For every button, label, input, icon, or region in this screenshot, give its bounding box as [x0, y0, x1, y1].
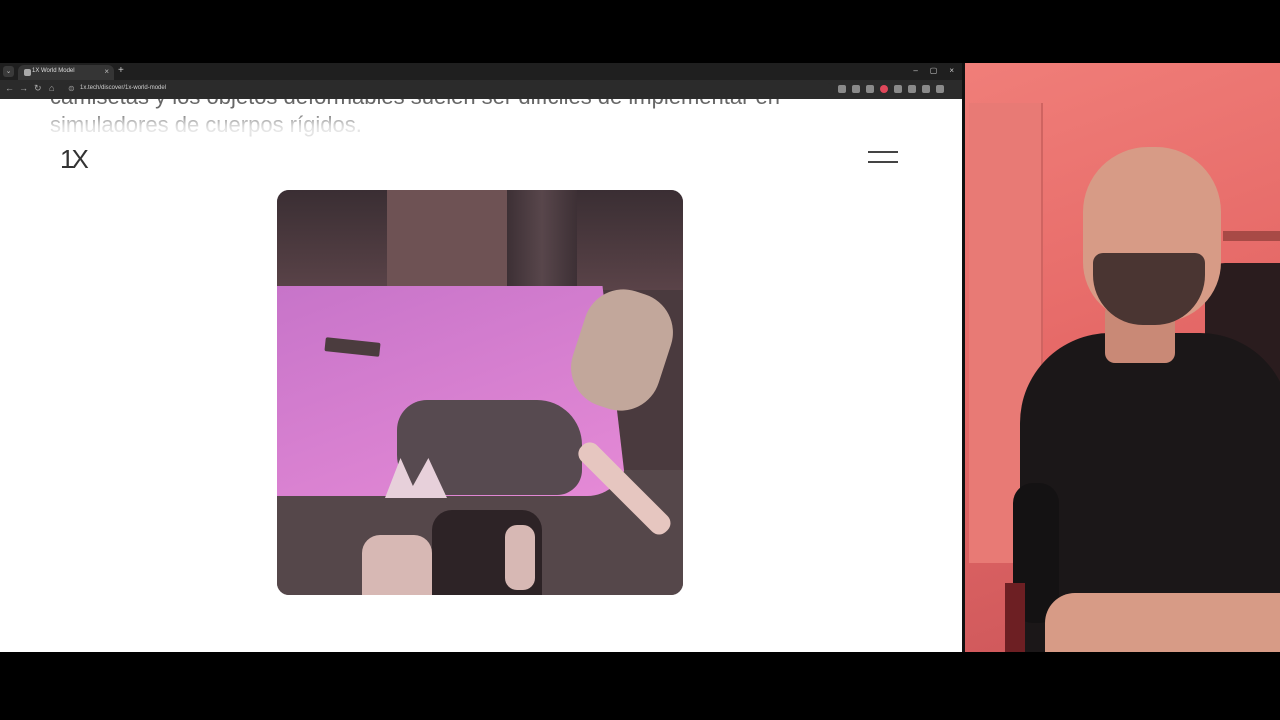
more-menu-icon[interactable]: [936, 85, 944, 93]
tab-close-icon[interactable]: ×: [104, 67, 109, 76]
header-fade: [40, 119, 380, 145]
tab-title: 1X World Model: [32, 68, 75, 74]
profile-icon[interactable]: [922, 85, 930, 93]
webcam-shelf: [1223, 231, 1280, 241]
site-info-icon[interactable]: ⊜: [68, 84, 75, 93]
back-icon[interactable]: ←: [5, 83, 14, 93]
hamburger-icon: [868, 151, 898, 153]
letterbox-bottom: [0, 652, 1280, 720]
extension-icons: [838, 85, 944, 93]
window-controls: – ▢ ×: [913, 66, 954, 75]
site-logo[interactable]: 1X: [60, 144, 89, 175]
browser-window: ⌄ 1X World Model × + – ▢ × ← → ↻ ⌂ ⊜ 1x.…: [0, 63, 962, 652]
maximize-button[interactable]: ▢: [930, 66, 938, 75]
menu-button[interactable]: [866, 147, 900, 167]
close-window-button[interactable]: ×: [949, 66, 954, 75]
extensions-menu-icon[interactable]: [908, 85, 916, 93]
robot-leg-right: [505, 525, 535, 590]
bookmark-icon[interactable]: [866, 85, 874, 93]
translate-icon[interactable]: [838, 85, 846, 93]
microphone-stand: [1005, 583, 1025, 652]
robot-leg-left: [362, 535, 432, 595]
record-icon[interactable]: [880, 85, 888, 93]
forward-icon[interactable]: →: [19, 83, 28, 93]
presenter-hand: [1045, 593, 1280, 652]
home-icon[interactable]: ⌂: [49, 83, 54, 93]
reload-icon[interactable]: ↻: [34, 83, 42, 94]
video-curtain: [507, 190, 577, 290]
address-bar[interactable]: ⊜ 1x.tech/discover/1x-world-model: [64, 83, 834, 96]
letterbox-top: [0, 0, 1280, 63]
new-tab-button[interactable]: +: [118, 65, 124, 76]
zoom-icon[interactable]: [852, 85, 860, 93]
webcam-feed: [962, 63, 1280, 652]
robot-video[interactable]: [277, 190, 683, 595]
tab-search-icon[interactable]: ⌄: [3, 66, 14, 77]
video-window: [387, 190, 507, 290]
address-text: 1x.tech/discover/1x-world-model: [80, 85, 167, 91]
tab-bar: ⌄ 1X World Model × + – ▢ ×: [0, 63, 962, 80]
browser-toolbar: ← → ↻ ⌂ ⊜ 1x.tech/discover/1x-world-mode…: [0, 80, 962, 99]
web-page: camisetas y los objetos deformables suel…: [0, 99, 962, 652]
favicon-icon: [24, 69, 31, 76]
hamburger-icon-line: [868, 161, 898, 163]
extension-icon[interactable]: [894, 85, 902, 93]
minimize-button[interactable]: –: [913, 66, 917, 75]
tab-active[interactable]: 1X World Model ×: [18, 65, 114, 80]
